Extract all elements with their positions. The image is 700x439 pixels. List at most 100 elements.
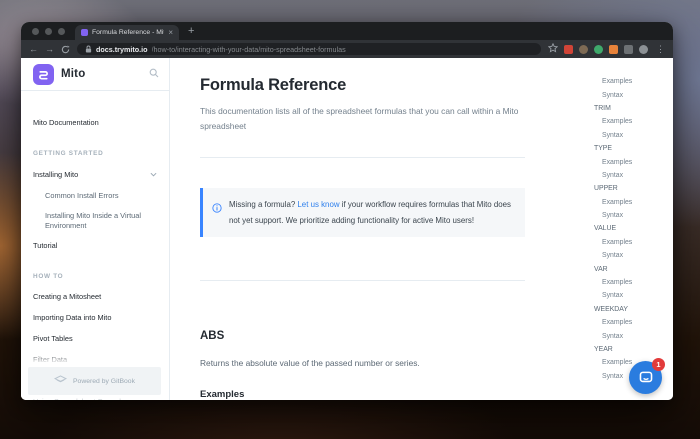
sidebar-item-using-formulas[interactable]: Using Spreadsheet Formulas [21,397,169,400]
toc-item[interactable]: Syntax [546,169,673,182]
zoom-window-button[interactable] [58,27,65,35]
gitbook-footer[interactable]: Powered by GitBook [28,367,161,395]
close-window-button[interactable] [32,27,39,35]
browser-toolbar: ← → docs.trymito.io /how-to/interacting-… [21,40,673,58]
sidebar-item-installing-mito[interactable]: Installing Mito [21,170,169,180]
toc-item-label: WEEKDAY [594,305,628,313]
toc-item-label: Syntax [602,292,624,300]
sidebar-item-creating-mitosheet[interactable]: Creating a Mitosheet [21,292,169,302]
toc-item[interactable]: Examples [546,115,673,128]
address-bar[interactable]: docs.trymito.io /how-to/interacting-with… [77,43,541,55]
toc-item-label: UPPER [594,185,618,193]
toc-item-label: Examples [602,78,633,86]
toc-item-label: Syntax [602,91,624,99]
toc-item[interactable]: Examples [546,276,673,289]
gitbook-footer-label: Powered by GitBook [73,377,135,385]
toc-item-label: VAR [594,265,608,273]
toc-item-label: Syntax [602,212,624,220]
toc-item[interactable]: Syntax [546,329,673,342]
sidebar-item-filter-data[interactable]: Filter Data [21,355,169,365]
tab-favicon-icon [81,29,88,36]
main-content: Formula Reference This documentation lis… [170,58,546,400]
bookmark-star-icon[interactable] [547,40,559,58]
toc-item[interactable]: WEEKDAY [546,303,673,316]
sidebar-item-mito-documentation[interactable]: Mito Documentation [21,118,169,128]
toc-item[interactable]: YEAR [546,343,673,356]
chat-bubble-icon [639,371,652,383]
url-path: /how-to/interacting-with-your-data/mito-… [151,44,346,54]
sidebar-header: Mito [21,58,169,91]
toc-item[interactable]: Syntax [546,88,673,101]
toc-item-label: Syntax [602,171,624,179]
tab-bar: Formula Reference - Mito × + [21,22,673,40]
page-content: Mito Mito Documentation GETTING STARTED … [21,58,673,400]
toc-item-label: TRIM [594,104,611,112]
url-host: docs.trymito.io [96,44,148,54]
sidebar-item-installing-venv[interactable]: Installing Mito Inside a Virtual Environ… [21,211,159,231]
browser-window: Formula Reference - Mito × + ← → docs.tr… [21,22,673,400]
toc-item[interactable]: Syntax [546,249,673,262]
profile-avatar[interactable] [639,44,648,54]
chat-launcher-button[interactable]: 1 [629,358,665,394]
toc-item-label: Examples [602,359,633,367]
toc-item[interactable]: Examples [546,196,673,209]
toc-item[interactable]: Syntax [546,129,673,142]
brand-name: Mito [61,68,86,80]
sidebar-nav: Mito Documentation GETTING STARTED Insta… [21,91,169,400]
browser-menu-icon[interactable]: ⋮ [656,44,665,54]
toc-item[interactable]: TRIM [546,102,673,115]
toc-item[interactable]: UPPER [546,182,673,195]
let-us-know-link[interactable]: Let us know [297,200,339,209]
toc-item[interactable]: Examples [546,75,673,88]
browser-tab[interactable]: Formula Reference - Mito × [75,25,179,40]
mito-logo [33,63,54,85]
toc-item-label: Examples [602,158,633,166]
toc-item-label: Examples [602,279,633,287]
toc-item[interactable]: VAR [546,262,673,275]
toc-item-label: Syntax [602,131,624,139]
toc-item[interactable]: Examples [546,155,673,168]
minimize-window-button[interactable] [45,27,52,35]
sidebar-item-importing-data[interactable]: Importing Data into Mito [21,313,169,323]
sidebar-item-label: Installing Mito [33,169,79,179]
search-icon[interactable] [149,65,159,83]
extension-orange-icon[interactable] [609,44,618,54]
toc-item-label: Examples [602,198,633,206]
formula-description: Returns the absolute value of the passed… [200,358,420,369]
forward-icon[interactable]: → [45,44,54,54]
sidebar-section-how-to: HOW TO [33,272,64,280]
sidebar-item-tutorial[interactable]: Tutorial [21,241,169,251]
extension-red-icon[interactable] [564,44,573,54]
sidebar-item-pivot-tables[interactable]: Pivot Tables [21,334,169,344]
toc-item[interactable]: VALUE [546,222,673,235]
toc-item[interactable]: Examples [546,316,673,329]
toc-item[interactable]: TYPE [546,142,673,155]
toc-item-label: YEAR [594,346,613,353]
toc-item-label: TYPE [594,145,612,153]
page-subtitle: This documentation lists all of the spre… [200,106,519,131]
extension-brown-icon[interactable] [579,44,588,54]
sidebar-item-common-install-errors[interactable]: Common Install Errors [21,191,169,201]
lock-icon [85,43,92,55]
examples-heading: Examples [200,389,245,400]
page-title: Formula Reference [200,76,347,94]
formula-section-title: ABS [200,330,225,343]
extension-green-icon[interactable] [594,44,603,54]
toc-item-label: Examples [602,118,633,126]
divider [200,157,525,159]
toc-item-label: VALUE [594,225,617,233]
toc-item-label: Examples [602,319,633,327]
new-tab-button[interactable]: + [188,25,194,37]
back-icon[interactable]: ← [29,44,38,54]
toolbar-extensions: ⋮ [547,40,665,58]
toc-item[interactable]: Syntax [546,289,673,302]
chevron-down-icon[interactable] [150,170,157,180]
sidebar-section-getting-started: GETTING STARTED [33,149,104,157]
tab-title: Formula Reference - Mito [92,29,165,36]
toc-item[interactable]: Examples [546,236,673,249]
extensions-puzzle-icon[interactable] [624,44,633,54]
tab-close-icon[interactable]: × [168,28,173,37]
reload-icon[interactable] [61,45,70,54]
toc-item[interactable]: Syntax [546,209,673,222]
info-icon [212,200,222,228]
